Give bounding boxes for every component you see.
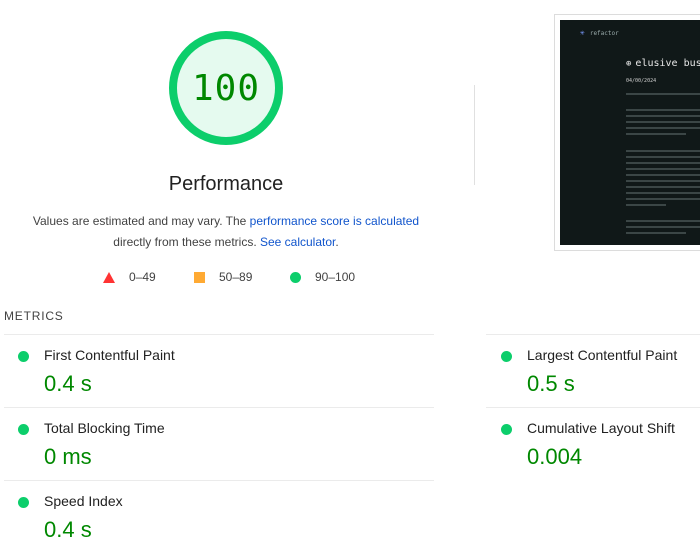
screenshot-text-line: [626, 115, 700, 117]
screenshot-text-line: [626, 168, 700, 170]
screenshot-text-line: [626, 226, 700, 228]
metric-value: 0.4 s: [44, 371, 92, 396]
metric-value: 0 ms: [44, 444, 92, 469]
orange-square-icon: [194, 271, 205, 283]
metrics-divider: [4, 407, 434, 408]
metrics-header: METRICS: [4, 309, 64, 323]
metrics-divider: [4, 480, 434, 481]
legend-average: 50–89: [194, 270, 252, 284]
screenshot-text-line: [626, 180, 700, 182]
screenshot-text-line: [626, 192, 700, 194]
metric-value: 0.004: [527, 444, 583, 469]
green-circle-icon: [501, 351, 512, 362]
metric-name: Speed Index: [44, 493, 123, 509]
screenshot-text-line: [626, 198, 700, 200]
green-circle-icon: [290, 271, 301, 283]
screenshot-title: ⊕ elusive bus: [626, 58, 700, 69]
description-text: Values are estimated and may vary. The: [32, 214, 250, 228]
screenshot-text-line: [626, 186, 700, 188]
screenshot-text-line: [626, 156, 700, 158]
metrics-divider: [486, 334, 700, 335]
screenshot-brand-text: refactor: [589, 30, 619, 37]
metrics-divider: [4, 334, 434, 335]
final-screenshot[interactable]: ✳ refactor ⊕ elusive bus 04/00/2024: [554, 14, 700, 251]
screenshot-page: ✳ refactor ⊕ elusive bus 04/00/2024: [560, 20, 700, 245]
metric-value: 0.4 s: [44, 517, 92, 542]
description-text: directly from these metrics.: [113, 235, 260, 249]
red-triangle-icon: [103, 271, 115, 283]
green-circle-icon: [18, 351, 29, 362]
screenshot-text-line: [626, 204, 666, 206]
see-calculator-link[interactable]: See calculator: [260, 235, 335, 249]
score-description: Values are estimated and may vary. The p…: [24, 211, 428, 253]
screenshot-text-line: [626, 174, 700, 176]
screenshot-text-line: [626, 133, 686, 135]
performance-score: 100: [191, 67, 261, 109]
legend-fail-label: 0–49: [129, 270, 156, 284]
globe-icon: ⊕: [626, 59, 632, 69]
legend-average-label: 50–89: [219, 270, 253, 284]
screenshot-date: 04/00/2024: [626, 78, 657, 84]
lighthouse-report: 100 Performance Values are estimated and…: [0, 0, 700, 550]
screenshot-text-line: [626, 93, 700, 95]
metric-name: First Contentful Paint: [44, 347, 175, 363]
legend-fail: 0–49: [103, 270, 156, 284]
screenshot-text-line: [626, 232, 686, 234]
legend-pass-label: 90–100: [315, 270, 356, 284]
metric-name: Cumulative Layout Shift: [527, 420, 675, 436]
green-circle-icon: [501, 424, 512, 435]
gauge-title: Performance: [168, 173, 284, 195]
description-text: .: [335, 235, 339, 249]
performance-score-link[interactable]: performance score is calculated: [250, 214, 419, 228]
green-circle-icon: [18, 497, 29, 508]
screenshot-title-text: elusive bus: [635, 58, 700, 69]
performance-gauge[interactable]: 100: [166, 28, 286, 148]
screenshot-brand: ✳ refactor: [580, 28, 619, 37]
screenshot-text-line: [626, 220, 700, 222]
metric-name: Total Blocking Time: [44, 420, 165, 436]
score-legend: 0–49 50–89 90–100: [100, 270, 380, 286]
screenshot-text-line: [626, 150, 700, 152]
screenshot-text-line: [626, 127, 700, 129]
asterisk-icon: ✳: [580, 28, 585, 37]
green-circle-icon: [18, 424, 29, 435]
screenshot-text-line: [626, 162, 700, 164]
metric-name: Largest Contentful Paint: [527, 347, 678, 363]
screenshot-text-line: [626, 121, 700, 123]
vertical-divider: [474, 85, 475, 185]
screenshot-text-line: [626, 109, 700, 111]
metrics-divider: [486, 407, 700, 408]
legend-pass: 90–100: [290, 270, 355, 284]
metric-value: 0.5 s: [527, 371, 575, 396]
